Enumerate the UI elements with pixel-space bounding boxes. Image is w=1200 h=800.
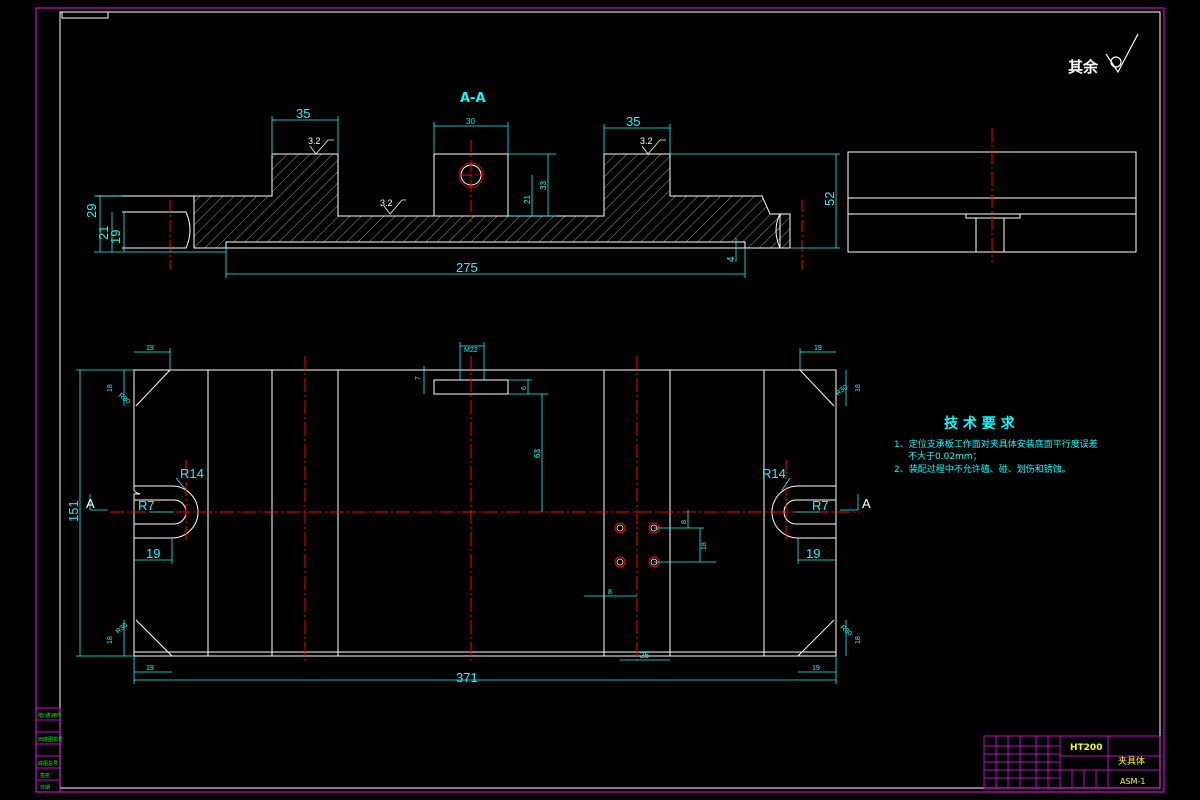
tech-line-1: 1、定位支承板工作面对夹具体安装底面平行度误差 xyxy=(894,438,1098,450)
sidebar-cell-3: 旧底图总号 xyxy=(38,736,63,743)
dim-R7-left: R7 xyxy=(138,498,155,513)
plan-dimension-lines xyxy=(76,342,859,684)
section-mark-right: A xyxy=(862,496,871,511)
dim-corner-19-bl: 19 xyxy=(146,665,154,672)
dim-corner-19-tl: 19 xyxy=(146,345,154,352)
titleblock-material: HT200 xyxy=(1070,743,1102,753)
dim-end-19-right: 19 xyxy=(806,546,820,561)
dim-hole-33: 33 xyxy=(539,181,548,190)
dim-hole-26: 26 xyxy=(640,651,649,660)
dim-length-275: 275 xyxy=(456,260,478,275)
dim-corner-19-tr: 19 xyxy=(814,345,822,352)
dim-R14-left: R14 xyxy=(180,466,204,481)
dim-corner-18-tr: 18 xyxy=(855,384,862,392)
roughness-other-label: 其余 xyxy=(1068,58,1099,76)
dim-end-19-left: 19 xyxy=(146,546,160,561)
section-mark-left: A xyxy=(86,496,95,511)
dim-boss-width: 30 xyxy=(466,117,475,126)
sidebar-cell-1: 借(通)用件 xyxy=(38,712,62,719)
dim-hole-8b: 8 xyxy=(608,589,612,596)
corner-tag xyxy=(61,11,109,19)
dim-side-52: 52 xyxy=(822,192,837,206)
sidebar-table xyxy=(35,707,61,793)
dim-hole-21: 21 xyxy=(523,195,532,204)
dim-width-right: 35 xyxy=(626,114,640,129)
roughness-value-3: 3.2 xyxy=(380,198,393,208)
dim-corner-19-br: 19 xyxy=(812,665,820,672)
dim-corner-18-bl: 18 xyxy=(107,636,114,644)
dim-width-left: 35 xyxy=(296,106,310,121)
tech-line-1b: 不大于0.02mm； xyxy=(908,450,982,462)
dim-R14-right: R14 xyxy=(762,466,786,481)
titleblock-name: 夹具体 xyxy=(1118,755,1145,767)
titleblock-code: ASM-1 xyxy=(1120,777,1145,786)
roughness-other-symbol xyxy=(1105,33,1139,74)
section-left-end xyxy=(122,211,191,249)
sidebar-cell-5: 底图总号 xyxy=(38,760,58,767)
dim-height-19: 19 xyxy=(108,230,123,244)
roughness-value-2: 3.2 xyxy=(640,136,653,146)
dim-slot-6: 6 xyxy=(521,386,528,390)
plan-outline xyxy=(133,369,837,653)
dim-chamfer-tr: R30 xyxy=(835,384,849,398)
tech-title: 技 术 要 求 xyxy=(944,415,1016,432)
dim-height-29: 29 xyxy=(84,204,99,218)
plan-centerlines xyxy=(110,356,860,664)
dim-corner-18-tl: 18 xyxy=(107,384,114,392)
roughness-value-1: 3.2 xyxy=(308,136,321,146)
dim-length-371: 371 xyxy=(456,670,478,685)
cad-drawing: 借(通)用件 旧底图总号 底图总号 签名 日期 HT200 夹具体 ASM-1 … xyxy=(35,7,1165,793)
dim-R7-right: R7 xyxy=(812,498,829,513)
dim-corner-18-br: 18 xyxy=(855,636,862,644)
dim-slot-7: 7 xyxy=(415,376,422,380)
section-right-end xyxy=(775,213,791,249)
dim-height-151: 151 xyxy=(66,500,81,522)
dim-depth-4: 4 xyxy=(726,256,737,262)
sidebar-cell-6: 签名 xyxy=(40,772,50,779)
section-title: A-A xyxy=(460,91,486,106)
dim-slot-width: M22 xyxy=(464,347,478,354)
sheet-outer-border xyxy=(35,7,1165,793)
dim-chamfer-bl: R30 xyxy=(115,622,129,636)
dim-hole-18: 18 xyxy=(701,542,708,550)
dim-slot-63: 63 xyxy=(533,449,542,458)
sidebar-cell-7: 日期 xyxy=(40,785,50,791)
tech-line-2: 2、装配过程中不允许磕、碰、划伤和锈蚀。 xyxy=(894,463,1071,475)
plan-body xyxy=(133,369,837,657)
dim-hole-8: 8 xyxy=(681,520,688,524)
